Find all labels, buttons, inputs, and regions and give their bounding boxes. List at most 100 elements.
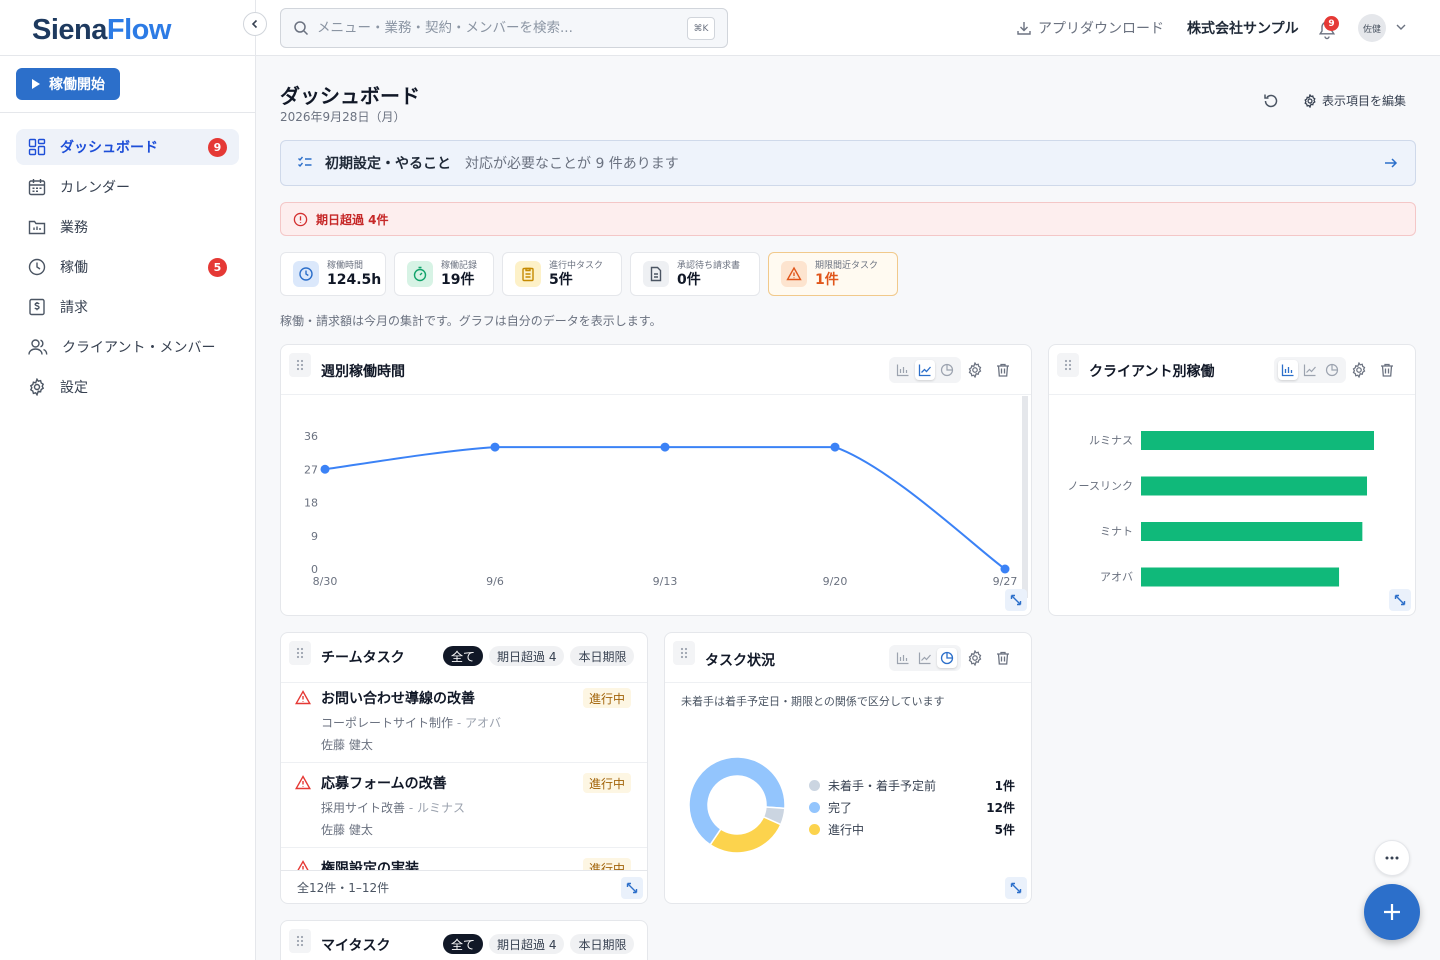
- sidebar-item-dashboard[interactable]: ダッシュボード 9: [16, 129, 239, 165]
- data-point[interactable]: [830, 442, 840, 452]
- sidebar-item-time[interactable]: 稼働 5: [16, 249, 239, 285]
- task-status-badge: 進行中: [582, 858, 631, 870]
- filter-overdue[interactable]: 期日超過 4: [489, 646, 565, 666]
- bar[interactable]: [1141, 567, 1340, 587]
- gear-icon: [29, 378, 45, 396]
- search-icon: [294, 21, 309, 36]
- stat-label: 期限間近タスク: [815, 260, 879, 271]
- card-header: 週別稼働時間: [281, 345, 1031, 395]
- sidebar-item-calendar[interactable]: カレンダー: [16, 169, 239, 205]
- task-item[interactable]: 応募フォームの改善 採用サイト改善 - ルミナス 佐藤 健太 進行中: [281, 763, 647, 848]
- card-settings-button[interactable]: [1351, 362, 1367, 378]
- filter-all[interactable]: 全て: [443, 934, 484, 954]
- line-chart-icon[interactable]: [915, 648, 935, 668]
- refresh-button[interactable]: [1262, 92, 1280, 110]
- line-chart-icon[interactable]: [915, 360, 935, 380]
- stat-value: 5件: [549, 271, 573, 288]
- pie-chart-icon[interactable]: [937, 360, 957, 380]
- filter-due-today[interactable]: 本日期限: [570, 646, 635, 666]
- more-actions-button[interactable]: [1374, 840, 1410, 876]
- expand-icon: [1010, 594, 1022, 606]
- search-shortcut-hint: ⌘K: [687, 17, 715, 40]
- stat-label: 承認待ち請求書: [677, 260, 741, 271]
- users-icon: [28, 339, 48, 355]
- add-button[interactable]: [1364, 884, 1420, 940]
- card-settings-button[interactable]: [967, 362, 983, 378]
- search-input[interactable]: [317, 20, 667, 36]
- sidebar-item-label: 設定: [60, 380, 88, 396]
- drag-handle-icon[interactable]: [1057, 353, 1079, 377]
- calendar-icon: [28, 179, 46, 196]
- user-menu-toggle[interactable]: [1394, 20, 1408, 34]
- stat-label: 進行中タスク: [549, 260, 604, 271]
- category-label: ミナト: [1100, 525, 1133, 538]
- sidebar-item-clients-members[interactable]: クライアント・メンバー: [16, 329, 239, 365]
- card-delete-button[interactable]: [1379, 362, 1395, 378]
- filter-overdue[interactable]: 期日超過 4: [489, 934, 565, 954]
- task-project-line: コーポレートサイト制作 - アオバ: [321, 714, 501, 731]
- task-item[interactable]: お問い合わせ導線の改善 コーポレートサイト制作 - アオバ 佐藤 健太 進行中: [281, 678, 647, 763]
- stat-pending-invoices[interactable]: 承認待ち請求書 0件: [630, 252, 760, 296]
- filter-due-today[interactable]: 本日期限: [570, 934, 635, 954]
- drag-handle-icon[interactable]: [289, 641, 311, 665]
- edit-display-items-button[interactable]: 表示項目を編集: [1303, 92, 1406, 109]
- bar[interactable]: [1141, 431, 1374, 450]
- stat-due-soon-tasks[interactable]: 期限間近タスク 1件: [768, 252, 898, 296]
- sidebar-item-work[interactable]: 業務: [16, 209, 239, 245]
- donut-slice[interactable]: [709, 815, 782, 854]
- expand-card-button[interactable]: [1389, 589, 1411, 611]
- filter-all[interactable]: 全て: [443, 646, 484, 666]
- data-point[interactable]: [320, 464, 330, 474]
- stat-value: 124.5h: [327, 271, 382, 288]
- aggregation-note: 稼働・請求額は今月の集計です。グラフは自分のデータを表示します。: [280, 314, 662, 328]
- expand-card-button[interactable]: [621, 877, 643, 899]
- drag-handle-icon[interactable]: [673, 641, 695, 665]
- expand-card-button[interactable]: [1005, 589, 1027, 611]
- drag-handle-icon[interactable]: [289, 929, 311, 953]
- app-logo[interactable]: Siena Flow: [32, 12, 171, 48]
- drag-handle-icon[interactable]: [289, 353, 311, 377]
- user-avatar[interactable]: 佐健: [1358, 14, 1386, 42]
- task-title: 権限設定の実装: [321, 861, 419, 870]
- card-delete-button[interactable]: [995, 362, 1011, 378]
- alert-circle-icon: [293, 212, 308, 226]
- app-download-link[interactable]: アプリダウンロード: [1016, 16, 1164, 40]
- collapse-sidebar-button[interactable]: [243, 12, 267, 36]
- task-item[interactable]: 権限設定の実装 進行中: [281, 848, 647, 870]
- overdue-alert[interactable]: 期日超過 4件: [280, 202, 1416, 236]
- sidebar-item-settings[interactable]: 設定: [16, 369, 239, 405]
- company-switcher[interactable]: 株式会社サンプル: [1187, 16, 1299, 40]
- card-delete-button[interactable]: [995, 650, 1011, 666]
- line-chart-icon[interactable]: [1300, 360, 1320, 380]
- x-tick-label: 9/13: [653, 575, 678, 588]
- stat-work-records[interactable]: 稼働記録 19件: [394, 252, 494, 296]
- data-point[interactable]: [490, 442, 500, 452]
- stat-active-tasks[interactable]: 進行中タスク 5件: [502, 252, 622, 296]
- data-point[interactable]: [1000, 564, 1010, 574]
- bar-chart-icon[interactable]: [893, 360, 913, 380]
- pie-chart-icon[interactable]: [937, 648, 957, 668]
- expand-icon: [1394, 594, 1406, 606]
- bar[interactable]: [1141, 522, 1363, 541]
- expand-card-button[interactable]: [1005, 877, 1027, 899]
- client-hours-chart: ルミナスノースリンクミナトアオバ: [1068, 431, 1374, 587]
- legend-swatch: [809, 780, 820, 791]
- start-work-button[interactable]: 稼働開始: [16, 68, 120, 100]
- chart-scrollbar[interactable]: [1022, 396, 1028, 598]
- bar-chart-icon[interactable]: [1278, 360, 1298, 380]
- ellipsis-icon: [1385, 856, 1399, 860]
- checklist-icon: [298, 156, 312, 168]
- setup-todo-banner[interactable]: 初期設定・やること 対応が必要なことが 9 件あります: [280, 140, 1416, 186]
- sidebar-item-billing[interactable]: 請求: [16, 289, 239, 325]
- bar-chart-icon[interactable]: [893, 648, 913, 668]
- pie-chart-icon[interactable]: [1322, 360, 1342, 380]
- sidebar-item-label: 稼働: [60, 260, 88, 276]
- app-download-label: アプリダウンロード: [1038, 21, 1164, 37]
- divider: [0, 112, 256, 113]
- card-settings-button[interactable]: [967, 650, 983, 666]
- stat-work-hours[interactable]: 稼働時間 124.5h: [280, 252, 386, 296]
- global-search[interactable]: ⌘K: [280, 8, 728, 48]
- task-project: 採用サイト改善: [321, 801, 406, 815]
- bar[interactable]: [1141, 476, 1368, 496]
- data-point[interactable]: [660, 442, 670, 452]
